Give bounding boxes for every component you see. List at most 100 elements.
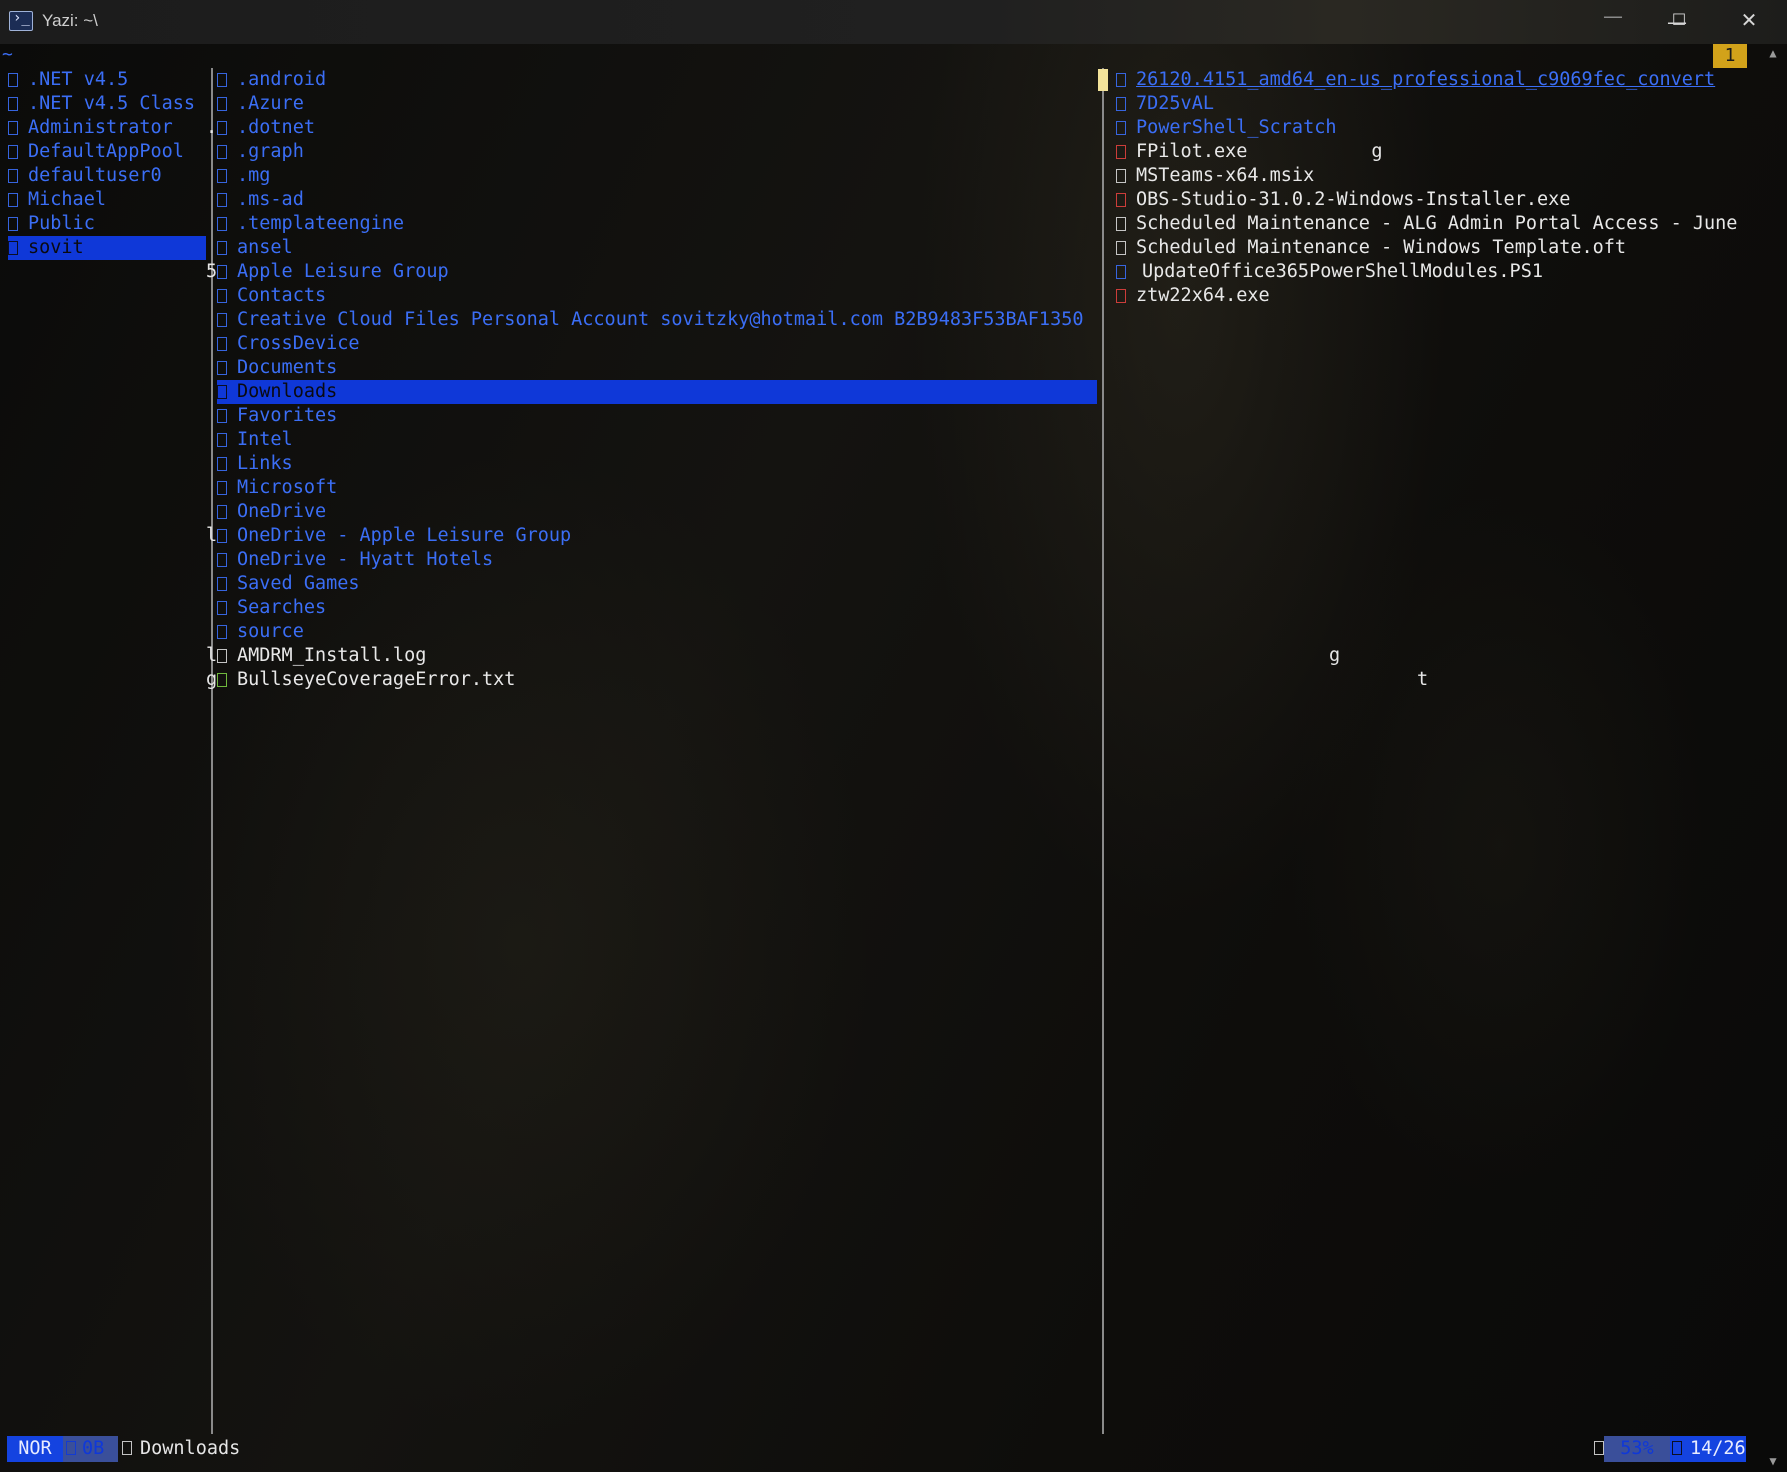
- file-row[interactable]: OBS-Studio-31.0.2-Windows-Installer.exe: [1116, 188, 1756, 212]
- folder-row[interactable]: Links: [217, 452, 1097, 476]
- file-row[interactable]: Scheduled Maintenance - ALG Admin Portal…: [1116, 212, 1756, 236]
- folder-icon: [217, 457, 227, 471]
- folder-row[interactable]: .NET v4.5: [8, 68, 206, 92]
- folder-row[interactable]: Documents: [217, 356, 1097, 380]
- folder-icon: [217, 97, 227, 111]
- folder-row[interactable]: 7D25vAL: [1116, 92, 1756, 116]
- item-name: Favorites: [237, 405, 338, 426]
- item-name: OBS-Studio-31.0.2-Windows-Installer.exe: [1136, 189, 1571, 210]
- file-row[interactable]: Scheduled Maintenance - Windows Template…: [1116, 236, 1756, 260]
- folder-icon: [217, 169, 227, 183]
- item-name: Scheduled Maintenance - Windows Template…: [1136, 237, 1627, 258]
- folder-row[interactable]: Administrator: [8, 116, 206, 140]
- gutter-mark: .: [206, 117, 218, 138]
- item-name: Links: [237, 453, 293, 474]
- folder-row[interactable]: Intel: [217, 428, 1097, 452]
- folder-icon: [217, 505, 227, 519]
- folder-icon: [217, 73, 227, 87]
- folder-row[interactable]: DefaultAppPool: [8, 140, 206, 164]
- folder-row[interactable]: Searches: [217, 596, 1097, 620]
- folder-icon: [8, 121, 18, 135]
- folder-row[interactable]: Public: [8, 212, 206, 236]
- folder-row[interactable]: Creative Cloud Files Personal Account so…: [217, 308, 1097, 332]
- item-name: Michael: [28, 189, 106, 210]
- folder-icon: [217, 217, 227, 231]
- folder-row[interactable]: Contacts: [217, 284, 1097, 308]
- folder-row[interactable]: PowerShell_Scratch: [1116, 116, 1756, 140]
- folder-row[interactable]: CrossDevice: [217, 332, 1097, 356]
- item-name: PowerShell_Scratch: [1136, 117, 1337, 138]
- file-row[interactable]: AMDRM_Install.log: [217, 644, 1097, 668]
- file-icon: [66, 1441, 76, 1455]
- folder-icon: [217, 577, 227, 591]
- folder-icon: [217, 529, 227, 543]
- item-name: UpdateOffice365PowerShellModules.PS1: [1142, 261, 1543, 282]
- folder-row[interactable]: OneDrive: [217, 500, 1097, 524]
- folder-row[interactable]: .NET v4.5 Class: [8, 92, 206, 116]
- folder-row[interactable]: defaultuser0: [8, 164, 206, 188]
- folder-row[interactable]: .graph: [217, 140, 1097, 164]
- file-row[interactable]: FPilot.exe g: [1116, 140, 1756, 164]
- folder-icon: [8, 97, 18, 111]
- folder-row[interactable]: Apple Leisure Group: [217, 260, 1097, 284]
- folder-row[interactable]: .Azure: [217, 92, 1097, 116]
- stray-glyph: g: [1329, 645, 1341, 666]
- file-row[interactable]: MSTeams-x64.msix: [1116, 164, 1756, 188]
- item-name: .dotnet: [237, 117, 315, 138]
- preview-pane[interactable]: 26120.4151_amd64_en-us_professional_c906…: [1116, 68, 1756, 308]
- folder-row[interactable]: Saved Games: [217, 572, 1097, 596]
- folder-row[interactable]: Downloads: [217, 380, 1097, 404]
- window-title: Yazi: ~\: [42, 11, 98, 30]
- item-name: Administrator: [28, 117, 173, 138]
- file-row[interactable]: ztw22x64.exe: [1116, 284, 1756, 308]
- folder-row[interactable]: OneDrive - Hyatt Hotels: [217, 548, 1097, 572]
- folder-icon: [217, 433, 227, 447]
- folder-row[interactable]: Michael: [8, 188, 206, 212]
- folder-row[interactable]: .ms-ad: [217, 188, 1097, 212]
- folder-icon: [217, 313, 227, 327]
- folder-row[interactable]: .dotnet: [217, 116, 1097, 140]
- item-name: Apple Leisure Group: [237, 261, 449, 282]
- folder-row[interactable]: sovit: [8, 236, 206, 260]
- preview-cursor: [1098, 69, 1108, 91]
- minimize-button-glyph[interactable]: —: [1585, 0, 1641, 32]
- folder-icon: [217, 289, 227, 303]
- item-name: AMDRM_Install.log: [237, 645, 427, 666]
- folder-row[interactable]: .mg: [217, 164, 1097, 188]
- folder-row[interactable]: .templateengine: [217, 212, 1097, 236]
- folder-icon: [217, 625, 227, 639]
- folder-icon: [217, 241, 227, 255]
- status-bar: NOR 0B Downloads 53% 14/26: [0, 1436, 1787, 1462]
- file-icon: [1116, 193, 1126, 207]
- position-value: 14/26: [1690, 1438, 1746, 1459]
- item-name: Downloads: [237, 381, 338, 402]
- folder-icon: [1116, 121, 1126, 135]
- file-icon: [1116, 265, 1126, 279]
- scroll-up-arrow[interactable]: ▲: [1766, 46, 1780, 60]
- tab-count-badge[interactable]: 1: [1713, 44, 1747, 68]
- item-name: 26120.4151_amd64_en-us_professional_c906…: [1136, 69, 1716, 90]
- file-row[interactable]: BullseyeCoverageError.txt: [217, 668, 1097, 692]
- file-icon: [1116, 289, 1126, 303]
- close-button[interactable]: ✕: [1721, 4, 1777, 36]
- maximize-button[interactable]: ☐: [1651, 4, 1707, 36]
- folder-row[interactable]: source: [217, 620, 1097, 644]
- folder-icon: [217, 601, 227, 615]
- gutter-mark: l: [206, 525, 218, 546]
- folder-icon: [8, 169, 18, 183]
- trailing-glyph: g: [1371, 141, 1383, 162]
- folder-icon: [8, 193, 18, 207]
- item-name: .android: [237, 69, 327, 90]
- file-row[interactable]: UpdateOffice365PowerShellModules.PS1: [1116, 260, 1756, 284]
- folder-row[interactable]: ansel: [217, 236, 1097, 260]
- folder-row[interactable]: Favorites: [217, 404, 1097, 428]
- folder-row[interactable]: Microsoft: [217, 476, 1097, 500]
- folder-icon: [217, 481, 227, 495]
- folder-row[interactable]: OneDrive - Apple Leisure Group: [217, 524, 1097, 548]
- folder-row[interactable]: 26120.4151_amd64_en-us_professional_c906…: [1116, 68, 1756, 92]
- current-pane[interactable]: .android .Azure .dotnet .graph .mg .ms-ad .tem…: [217, 68, 1097, 692]
- tab-indicator[interactable]: ~: [2, 44, 13, 65]
- parent-pane[interactable]: .NET v4.5 .NET v4.5 Class Administrator Def…: [8, 68, 206, 260]
- folder-icon: [217, 385, 227, 399]
- folder-row[interactable]: .android: [217, 68, 1097, 92]
